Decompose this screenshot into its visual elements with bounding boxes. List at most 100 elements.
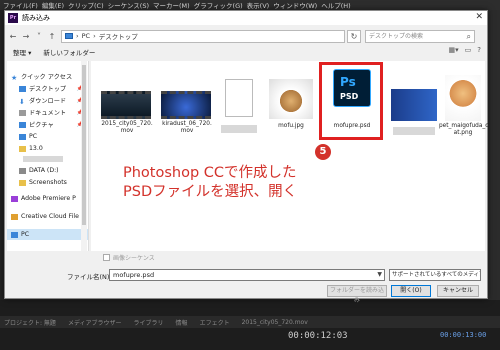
app-side-panel xyxy=(488,10,500,300)
nav-item-pc-selected[interactable]: PC xyxy=(7,229,88,240)
import-dialog: Pr 読み込み ✕ ← → ˅ ↑ › PC › デスクトップ ↻ デスクトップ… xyxy=(4,10,489,304)
back-icon[interactable]: ← xyxy=(8,32,18,41)
premiere-icon: Pr xyxy=(8,13,18,23)
preview-pane-icon[interactable]: ▭ xyxy=(465,46,472,54)
annotation-text: Photoshop CCで作成した PSDファイルを選択、開く xyxy=(123,165,298,200)
step-badge: 5 xyxy=(315,144,331,160)
blurred-item xyxy=(23,156,63,162)
address-row: ← → ˅ ↑ › PC › デスクトップ ↻ デスクトップの検索 ⌕ xyxy=(5,28,487,44)
help-icon[interactable]: ? xyxy=(477,46,481,54)
search-icon: ⌕ xyxy=(466,31,471,41)
video-thumbnail-city[interactable] xyxy=(101,91,151,119)
dialog-toolbar: 整理 ▾ 新しいフォルダー ▦▾ ▭ ? xyxy=(5,46,487,58)
filename-value: mofupre.psd xyxy=(113,271,155,279)
timecode-current: 00:00:12:03 xyxy=(288,331,348,341)
panel-tab-libraries[interactable]: ライブラリ xyxy=(134,318,164,327)
new-folder-button[interactable]: 新しいフォルダー xyxy=(43,47,95,57)
app-panel-tabs: プロジェクト: 無題 メディアブラウザー ライブラリ 情報 エフェクト 2015… xyxy=(0,316,500,328)
dialog-title: 読み込み xyxy=(22,14,50,22)
app-menubar: ファイル(F) 編集(E) クリップ(C) シーケンス(S) マーカー(M) グ… xyxy=(0,0,500,10)
panel-tab-media-browser[interactable]: メディアブラウザー xyxy=(68,318,122,327)
up-icon[interactable]: ↑ xyxy=(47,32,57,41)
chevron-down-icon[interactable]: ▼ xyxy=(377,270,382,280)
photoshop-file-icon[interactable]: Ps PSD xyxy=(333,69,371,107)
menu-clip[interactable]: クリップ(C) xyxy=(68,0,104,10)
menu-sequence[interactable]: シーケンス(S) xyxy=(108,0,149,10)
image-sequence-option[interactable]: 画像シーケンス xyxy=(103,253,155,262)
document-icon xyxy=(19,109,26,116)
nav-item-pictures[interactable]: ピクチャ 📌 xyxy=(7,119,88,130)
menu-view[interactable]: 表示(V) xyxy=(247,0,270,10)
dialog-titlebar: Pr 読み込み ✕ xyxy=(5,11,487,25)
image-thumbnail-mofu[interactable] xyxy=(269,79,313,119)
panel-tab-effects[interactable]: エフェクト xyxy=(200,318,230,327)
menu-window[interactable]: ウィンドウ(W) xyxy=(273,0,317,10)
organize-button[interactable]: 整理 ▾ xyxy=(13,47,31,57)
nav-item-premiere[interactable]: Adobe Premiere P xyxy=(7,193,88,204)
nav-item-data-drive[interactable]: DATA (D:) xyxy=(7,165,88,176)
premiere-icon xyxy=(11,195,18,202)
download-icon: ⬇ xyxy=(19,97,25,106)
search-input[interactable]: デスクトップの検索 ⌕ xyxy=(365,29,475,43)
menu-help[interactable]: ヘルプ(H) xyxy=(321,0,350,10)
panel-tab-project[interactable]: プロジェクト: 無題 xyxy=(4,318,56,327)
close-icon[interactable]: ✕ xyxy=(475,12,483,22)
refresh-icon[interactable]: ↻ xyxy=(347,29,361,43)
button-row: フォルダーを読み込み 開く(O) キャンセル xyxy=(5,285,487,304)
document-thumbnail[interactable] xyxy=(225,79,253,117)
scrollbar-thumb[interactable] xyxy=(82,65,86,225)
file-name-pet[interactable]: pet_maigofuda_c at.png xyxy=(439,123,489,137)
file-type-select[interactable]: サポートされているすべてのメディア (*.*) xyxy=(389,269,481,281)
nav-item-pc[interactable]: PC xyxy=(7,131,88,142)
pc-icon xyxy=(19,133,26,140)
breadcrumb-desktop[interactable]: デスクトップ xyxy=(99,31,138,41)
nav-item-screenshots[interactable]: Screenshots xyxy=(7,177,88,188)
recent-chevron-icon[interactable]: ˅ xyxy=(34,32,44,41)
image-sequence-checkbox[interactable] xyxy=(103,254,110,261)
search-placeholder: デスクトップの検索 xyxy=(369,32,424,40)
nav-item-desktop[interactable]: デスクトップ 📌 xyxy=(7,83,88,94)
nav-item-folder-13[interactable]: 13.0 xyxy=(7,143,88,154)
image-thumbnail-blurred[interactable] xyxy=(391,89,437,121)
image-thumbnail-pet[interactable] xyxy=(445,75,481,121)
nav-item-downloads[interactable]: ⬇ ダウンロード 📌 xyxy=(7,95,88,106)
file-name-kiradust[interactable]: kiradust_06_720. mov xyxy=(157,121,217,135)
cloud-icon xyxy=(11,213,18,220)
file-name-mofupre[interactable]: mofupre.psd xyxy=(327,123,377,130)
panel-tab-info[interactable]: 情報 xyxy=(176,318,188,327)
nav-item-creative-cloud[interactable]: Creative Cloud File xyxy=(7,211,88,222)
filename-input[interactable]: mofupre.psd ▼ xyxy=(109,269,385,281)
nav-scrollbar[interactable] xyxy=(81,61,87,251)
forward-icon[interactable]: → xyxy=(21,32,31,41)
menu-edit[interactable]: 編集(E) xyxy=(42,0,64,10)
drive-icon xyxy=(19,167,26,174)
file-list: 2015_city05_720. mov kiradust_06_720. mo… xyxy=(91,61,489,251)
menu-graphics[interactable]: グラフィック(G) xyxy=(194,0,243,10)
desktop-icon xyxy=(19,85,26,92)
menu-marker[interactable]: マーカー(M) xyxy=(153,0,190,10)
blurred-file-name xyxy=(221,125,257,133)
blurred-file-name xyxy=(393,127,435,135)
cancel-button[interactable]: キャンセル xyxy=(437,285,479,297)
image-sequence-label: 画像シーケンス xyxy=(113,255,155,262)
open-button[interactable]: 開く(O) xyxy=(391,285,431,297)
star-icon: ★ xyxy=(11,73,18,82)
panel-tab-sequence[interactable]: 2015_city05_720.mov xyxy=(242,319,308,326)
nav-item-documents[interactable]: ドキュメント 📌 xyxy=(7,107,88,118)
file-name-mofu[interactable]: mofu.jpg xyxy=(267,123,315,130)
pc-icon xyxy=(65,33,73,39)
filename-row: ファイル名(N): mofupre.psd ▼ サポートされているすべてのメディ… xyxy=(5,269,487,283)
nav-item-quick-access[interactable]: ★ クイック アクセス xyxy=(7,71,88,82)
navigation-pane: ★ クイック アクセス デスクトップ 📌 ⬇ ダウンロード 📌 ドキュメント 📌 ピク… xyxy=(7,61,89,251)
file-name-city[interactable]: 2015_city05_720. mov xyxy=(97,121,157,135)
view-options-icon[interactable]: ▦▾ xyxy=(449,46,459,54)
address-bar[interactable]: › PC › デスクトップ xyxy=(61,29,345,43)
timecode-duration: 00:00:13:00 xyxy=(440,331,487,339)
folder-icon xyxy=(19,145,26,152)
filename-label: ファイル名(N): xyxy=(67,273,112,281)
folder-icon xyxy=(19,179,26,186)
import-folder-button[interactable]: フォルダーを読み込み xyxy=(327,285,387,304)
breadcrumb-pc[interactable]: PC xyxy=(82,32,90,40)
menu-file[interactable]: ファイル(F) xyxy=(3,0,38,10)
video-thumbnail-kiradust[interactable] xyxy=(161,91,211,119)
